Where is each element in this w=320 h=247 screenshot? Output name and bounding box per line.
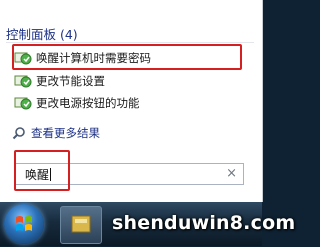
group-divider bbox=[6, 42, 254, 43]
control-panel-icon bbox=[14, 52, 32, 65]
site-watermark: shenduwin8.com bbox=[112, 212, 296, 234]
taskbar-app-button[interactable] bbox=[60, 206, 102, 244]
start-button[interactable] bbox=[4, 204, 44, 244]
result-item-power-button[interactable]: 更改电源按钮的功能 bbox=[14, 94, 140, 112]
see-more-label: 查看更多结果 bbox=[31, 126, 100, 140]
result-item-label: 更改电源按钮的功能 bbox=[36, 96, 140, 110]
clear-search-icon[interactable]: × bbox=[226, 166, 237, 181]
windows-logo-icon bbox=[16, 216, 32, 231]
group-header-control-panel[interactable]: 控制面板 (4) bbox=[6, 24, 78, 42]
control-panel-icon bbox=[14, 97, 32, 110]
search-highlight-box bbox=[14, 150, 70, 191]
result-item-wake-password[interactable]: 唤醒计算机时需要密码 bbox=[14, 49, 151, 67]
see-more-results-link[interactable]: 查看更多结果 bbox=[12, 124, 100, 142]
app-icon bbox=[71, 215, 91, 233]
result-item-power-saving[interactable]: 更改节能设置 bbox=[14, 72, 105, 90]
result-item-label: 唤醒计算机时需要密码 bbox=[36, 51, 151, 65]
start-menu-search-panel: 控制面板 (4) 唤醒计算机时需要密码 更改节能设置 更改电源按钮的功能 查看更… bbox=[0, 0, 263, 202]
result-item-label: 更改节能设置 bbox=[36, 74, 105, 88]
control-panel-icon bbox=[14, 75, 32, 88]
search-icon bbox=[12, 127, 25, 140]
